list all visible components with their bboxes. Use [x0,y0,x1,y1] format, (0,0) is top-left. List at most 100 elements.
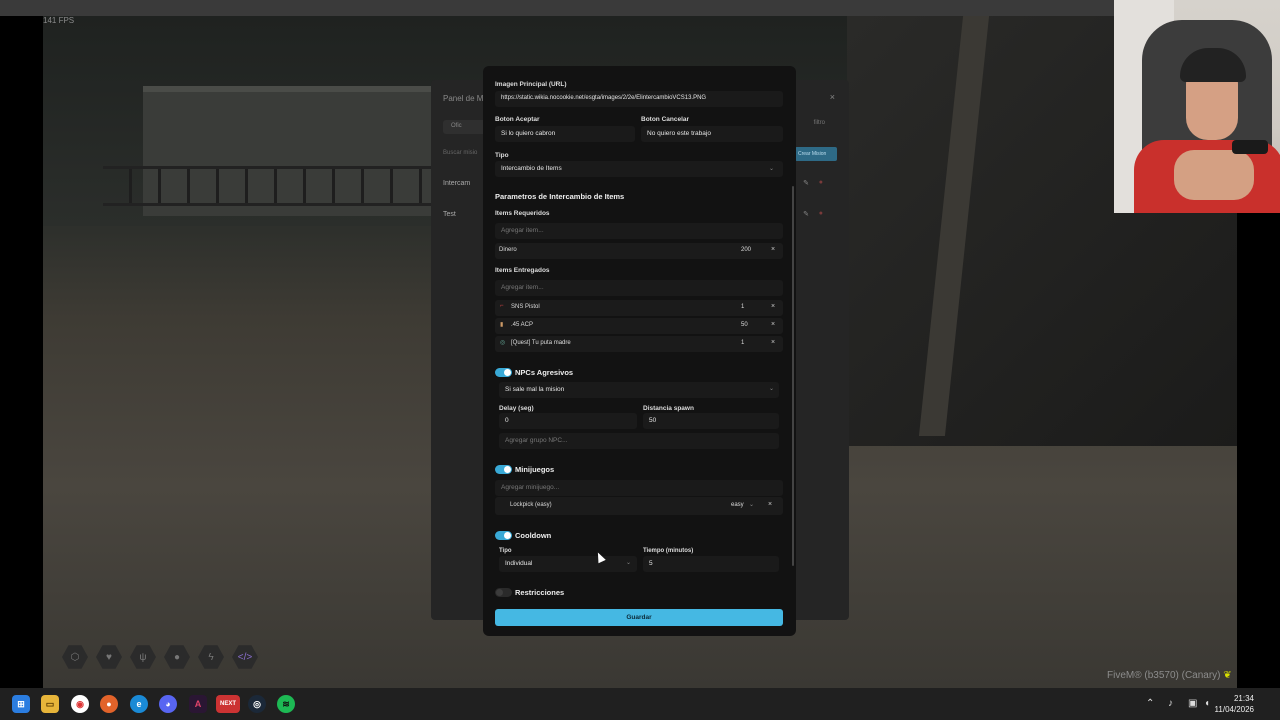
add-minigame-input[interactable]: Agregar minijuego... [495,480,783,496]
item-name: .45 ACP [511,322,534,328]
volume-icon[interactable]: ◖ [1204,698,1210,709]
window-titlebar-strip [0,0,1114,16]
minigames-toggle[interactable] [495,465,512,474]
delete-icon[interactable]: ● [819,210,823,217]
steam-icon[interactable]: ◎ [248,695,266,713]
spotify-icon[interactable]: ≋ [277,695,295,713]
remove-item-icon[interactable]: × [771,303,775,310]
chevron-down-icon: ⌄ [749,502,755,508]
item-name: SNS Pistol [511,304,540,310]
remove-minigame-icon[interactable]: × [768,501,772,508]
clock[interactable]: 21:34 11/04/2026 [1215,693,1254,715]
item-qty-input[interactable]: 1 [741,340,744,346]
quest-icon: ◎ [500,340,506,346]
discord-icon[interactable]: ◕ [159,695,177,713]
microphone-icon[interactable]: ♪ [1168,698,1173,709]
accept-button-input[interactable]: Si lo quiero cabron [495,126,635,142]
mission-editor-modal: Imagen Principal (URL) https://static.wi… [483,66,796,636]
missions-panel-title: Panel de M [443,94,484,103]
cooldown-type-select[interactable]: Individual [499,556,637,572]
heart-icon: ♥ [96,645,122,669]
firefox-icon[interactable]: ● [100,695,118,713]
npc-aggressive-toggle[interactable] [495,368,512,377]
delivered-item-row: ▮ .45 ACP 50 × [495,318,783,334]
minigame-name: Lockpick (easy) [510,502,552,508]
remove-item-icon[interactable]: × [771,246,775,253]
item-qty-input[interactable]: 200 [741,247,751,253]
restrictions-toggle[interactable] [495,588,512,597]
cancel-button-input[interactable]: No quiero este trabajo [641,126,783,142]
pistol-icon: ⌐ [500,303,504,309]
cooldown-toggle[interactable] [495,531,512,540]
code-icon: </> [232,645,258,669]
fivem-brand: FiveM® (b3570) (Canary) ❦ [1107,670,1232,681]
item-qty-input[interactable]: 50 [741,322,748,328]
modal-scrollbar[interactable] [792,186,794,566]
edit-icon[interactable]: ✎ [803,210,809,218]
player-hud: ⬡ ♥ ψ ● ϟ </> [62,644,258,670]
chevron-down-icon: ⌄ [769,166,775,172]
missions-search-input[interactable]: Buscar misio [443,150,477,156]
edit-icon[interactable]: ✎ [803,179,809,187]
accept-button-label: Boton Aceptar [495,116,540,123]
delivered-item-row: ◎ [Quest] Tu puta madre 1 × [495,336,783,352]
required-items-title: Items Requeridos [495,210,550,217]
image-url-input[interactable]: https://static.wikia.nocookie.net/esgta/… [495,91,783,107]
mission-row[interactable]: Test [443,211,456,218]
cooldown-time-input[interactable]: 5 [643,556,779,572]
item-qty-input[interactable]: 1 [741,304,744,310]
type-label: Tipo [495,152,509,159]
missions-panel-close-icon[interactable]: × [830,92,835,102]
params-title: Parametros de Intercambio de Items [495,192,625,201]
fps-counter: 141 FPS [43,16,75,25]
mission-row[interactable]: Intercam [443,180,470,187]
save-button[interactable]: Guardar [495,609,783,626]
minigame-difficulty-select[interactable]: easy [731,502,744,508]
next-icon[interactable]: NEXT [216,695,240,713]
create-mission-button[interactable]: Crear Mision [795,147,837,161]
edge-icon[interactable]: e [130,695,148,713]
delete-icon[interactable]: ● [819,179,823,186]
delay-label: Delay (seg) [499,405,534,412]
type-select[interactable]: Intercambio de Items [495,161,783,177]
delay-input[interactable]: 0 [499,413,637,429]
windows-start-icon[interactable]: ⊞ [12,695,30,713]
image-url-label: Imagen Principal (URL) [495,81,567,88]
minigames-label: Minijuegos [515,465,555,474]
minigame-row: Lockpick (easy) easy ⌄ × [495,497,783,515]
taskbar: ⊞ ▭ ◉ ● e ◕ A NEXT ◎ ≋ ⌃ ♪ ▣ ◖ 21:34 11/… [0,688,1280,720]
webcam-feed [1114,0,1280,213]
add-required-item-input[interactable]: Agregar item... [495,223,783,239]
game-scene-fence [103,166,483,206]
missions-panel-filter[interactable]: filtro [814,120,825,126]
affinity-icon[interactable]: A [189,695,207,713]
item-name: Dinero [499,247,517,253]
webcam-streamer-hands [1174,150,1254,200]
chevron-up-icon[interactable]: ⌃ [1146,698,1154,709]
chrome-icon[interactable]: ◉ [71,695,89,713]
microphone-icon [1232,140,1268,154]
ammo-icon: ▮ [500,322,504,328]
remove-item-icon[interactable]: × [771,321,775,328]
restrictions-label: Restricciones [515,588,565,597]
delivered-item-row: ⌐ SNS Pistol 1 × [495,300,783,316]
add-delivered-item-input[interactable]: Agregar item... [495,280,783,296]
spawn-distance-input[interactable]: 50 [643,413,779,429]
cancel-button-label: Boton Cancelar [641,116,690,123]
cooldown-time-label: Tiempo (minutos) [643,548,694,554]
clock-time: 21:34 [1233,694,1254,703]
cooldown-label: Cooldown [515,531,552,540]
clock-date: 11/04/2026 [1214,705,1254,714]
network-icon[interactable]: ▣ [1188,698,1197,709]
bolt-icon: ϟ [198,645,224,669]
leaf-icon: ❦ [1223,670,1232,681]
drop-icon: ● [164,645,190,669]
npc-aggressive-label: NPCs Agresivos [515,368,574,377]
add-npc-group-input[interactable]: Agregar grupo NPC... [499,433,779,449]
chevron-down-icon: ⌄ [626,560,632,566]
file-explorer-icon[interactable]: ▭ [41,695,59,713]
npc-condition-select[interactable]: Si sale mal la mision [499,382,779,398]
remove-item-icon[interactable]: × [771,339,775,346]
cooldown-type-label: Tipo [499,548,512,554]
spawn-distance-label: Distancia spawn [643,405,694,412]
